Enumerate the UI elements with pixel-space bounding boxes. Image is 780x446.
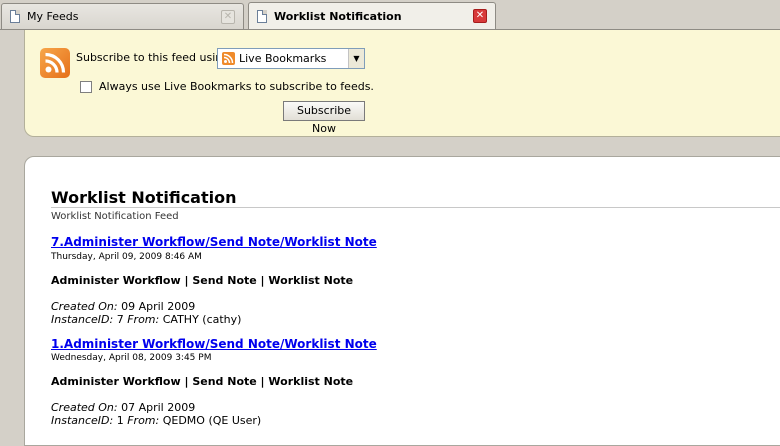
entry-meta: Created On: 09 April 2009 InstanceID: 7 … [51, 300, 241, 326]
always-use-checkbox[interactable] [80, 81, 92, 93]
tab-label: Worklist Notification [274, 9, 402, 23]
created-on-label: Created On: [51, 300, 118, 313]
tab-worklist-notification[interactable]: Worklist Notification ✕ [248, 2, 496, 29]
from-label: From: [127, 313, 160, 326]
from-value: QEDMO (QE User) [159, 414, 262, 427]
entry-title-link[interactable]: 1.Administer Workflow/Send Note/Worklist… [51, 337, 377, 351]
rss-feed-icon [40, 48, 70, 78]
subscribe-panel: Subscribe to this feed using Live Bookma… [24, 30, 780, 137]
created-on-label: Created On: [51, 401, 118, 414]
close-icon[interactable]: ✕ [473, 9, 487, 23]
instance-id-value: 1 [113, 414, 128, 427]
close-icon[interactable]: ✕ [221, 9, 235, 24]
document-icon [257, 9, 267, 23]
instance-id-label: InstanceID: [51, 414, 114, 427]
tab-label: My Feeds [27, 10, 79, 23]
entry-meta: Created On: 07 April 2009 InstanceID: 1 … [51, 401, 261, 427]
entry-date: Wednesday, April 08, 2009 3:45 PM [51, 353, 212, 363]
rss-feed-icon [222, 52, 235, 65]
entry-summary: Administer Workflow | Send Note | Workli… [51, 375, 354, 388]
always-use-label[interactable]: Always use Live Bookmarks to subscribe t… [99, 80, 374, 93]
entry-title-link[interactable]: 7.Administer Workflow/Send Note/Worklist… [51, 235, 377, 249]
subscribe-label: Subscribe to this feed using [76, 51, 230, 64]
created-on-line: Created On: 09 April 2009 [51, 300, 241, 313]
subscribe-now-button[interactable]: Subscribe Now [283, 101, 365, 135]
from-value: CATHY (cathy) [159, 313, 242, 326]
from-label: From: [127, 414, 160, 427]
title-divider [51, 207, 780, 208]
created-on-line: Created On: 07 April 2009 [51, 401, 261, 414]
entry-summary: Administer Workflow | Send Note | Workli… [51, 274, 354, 287]
instance-line: InstanceID: 1 From: QEDMO (QE User) [51, 414, 261, 427]
feed-reader-value: Live Bookmarks [239, 52, 327, 65]
feed-title: Worklist Notification [51, 188, 237, 207]
created-on-value: 07 April 2009 [117, 401, 196, 414]
tab-my-feeds[interactable]: My Feeds ✕ [1, 3, 244, 29]
instance-line: InstanceID: 7 From: CATHY (cathy) [51, 313, 241, 326]
instance-id-value: 7 [113, 313, 128, 326]
feed-content: Worklist Notification Worklist Notificat… [24, 156, 780, 446]
instance-id-label: InstanceID: [51, 313, 114, 326]
feed-reader-select[interactable]: Live Bookmarks ▼ [217, 48, 365, 69]
created-on-value: 09 April 2009 [117, 300, 196, 313]
document-icon [10, 10, 20, 23]
chevron-down-icon[interactable]: ▼ [348, 49, 364, 68]
feed-subtitle: Worklist Notification Feed [51, 211, 179, 222]
tab-bar: My Feeds ✕ Worklist Notification ✕ [0, 0, 780, 30]
entry-date: Thursday, April 09, 2009 8:46 AM [51, 252, 202, 262]
